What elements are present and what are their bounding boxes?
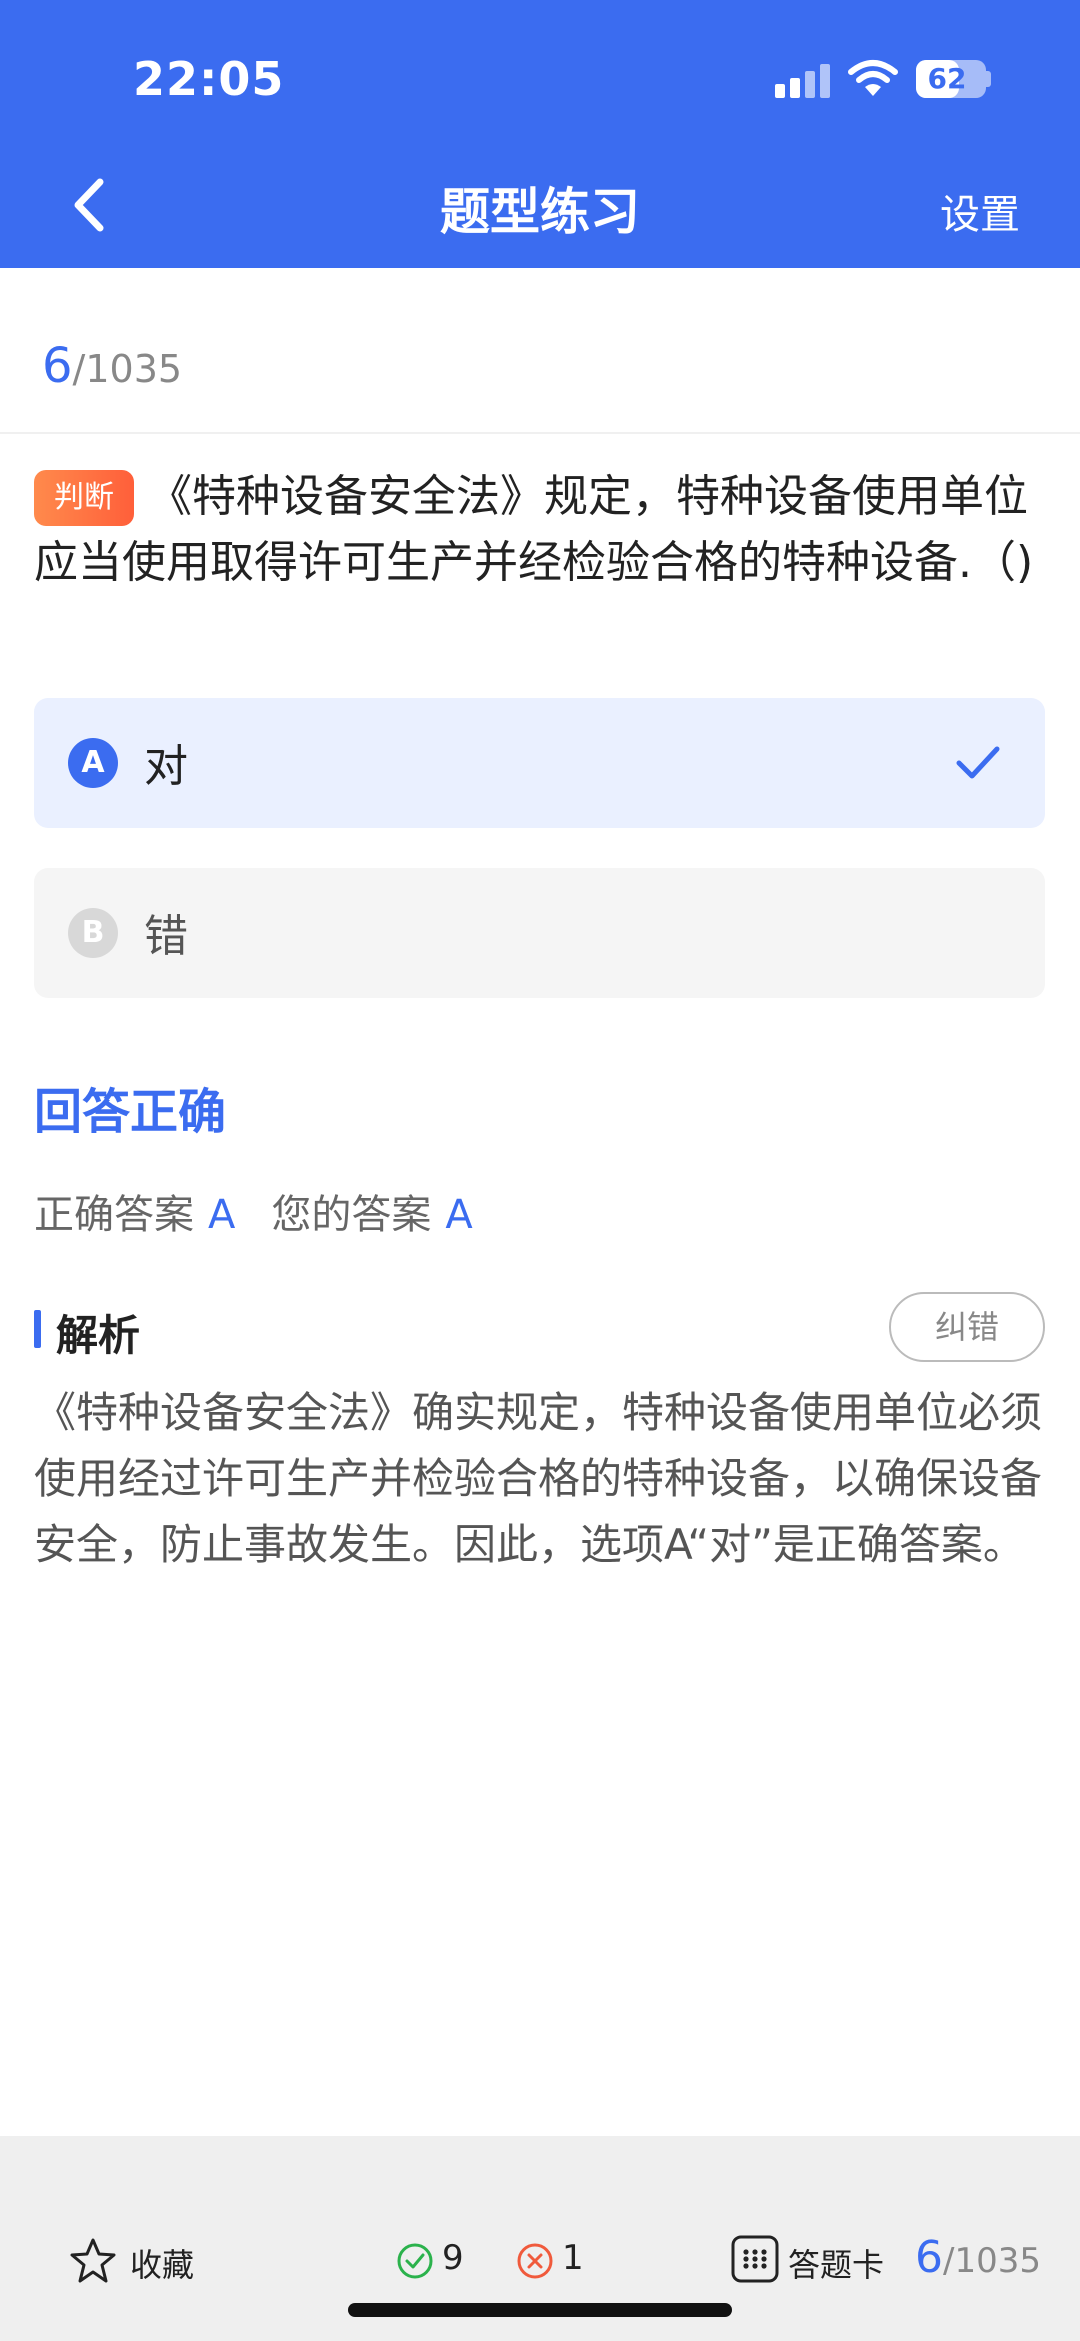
signal-icon xyxy=(775,62,831,98)
battery-icon: 62 xyxy=(916,60,986,98)
answer-card-label: 答题卡 xyxy=(788,2246,885,2284)
bottom-progress-current: 6 xyxy=(915,2232,943,2283)
x-circle-icon xyxy=(517,2243,553,2279)
option-letter: B xyxy=(68,908,118,958)
question-type-badge: 判断 xyxy=(34,470,134,526)
star-icon xyxy=(70,2238,116,2283)
section-accent-bar xyxy=(34,1310,41,1348)
wifi-icon xyxy=(848,60,898,96)
status-time: 22:05 xyxy=(133,52,285,106)
bottom-progress: 6/1035 xyxy=(915,2232,1041,2283)
wrong-count-value: 1 xyxy=(562,2238,584,2278)
battery-tip xyxy=(986,71,991,87)
option-letter: A xyxy=(68,738,118,788)
battery-level: 62 xyxy=(927,62,967,95)
favorite-label: 收藏 xyxy=(130,2246,195,2284)
your-answer-label: 您的答案 xyxy=(271,1192,432,1238)
check-circle-icon xyxy=(397,2243,433,2279)
question-progress: 6/1035 xyxy=(42,338,182,394)
divider xyxy=(0,432,1080,434)
top-header: 22:05 62 题型练习 设置 xyxy=(0,0,1080,268)
home-indicator xyxy=(348,2303,732,2317)
correct-answer-label: 正确答案 xyxy=(34,1192,194,1238)
question-text: 《特种设备安全法》规定，特种设备使用单位应当使用取得许可生产并经检验合格的特种设… xyxy=(34,471,1034,588)
answer-summary: 正确答案 A 您的答案 A xyxy=(34,1182,509,1240)
page-title: 题型练习 xyxy=(440,183,640,241)
analysis-text: 《特种设备安全法》确实规定，特种设备使用单位必须使用经过许可生产并检验合格的特种… xyxy=(34,1388,1043,1569)
your-answer: A xyxy=(445,1192,473,1238)
option-text: 对 xyxy=(144,741,188,792)
settings-button[interactable]: 设置 xyxy=(940,182,1020,240)
progress-current: 6 xyxy=(42,338,73,394)
progress-total: /1035 xyxy=(72,347,183,391)
question: 判断 《特种设备安全法》规定，特种设备使用单位应当使用取得许可生产并经检验合格的特… xyxy=(34,464,1044,596)
option-b[interactable]: B 错 xyxy=(34,868,1045,998)
bottom-progress-total: /1035 xyxy=(943,2241,1041,2281)
correct-answer: A xyxy=(208,1192,236,1238)
grid-icon xyxy=(731,2235,779,2283)
option-a[interactable]: A 对 xyxy=(34,698,1045,828)
correct-count-value: 9 xyxy=(442,2238,464,2278)
option-text: 错 xyxy=(144,911,188,962)
report-error-button[interactable]: 纠错 xyxy=(889,1292,1045,1362)
back-arrow-icon[interactable] xyxy=(60,170,120,240)
check-icon xyxy=(956,746,1000,779)
analysis-title: 解析 xyxy=(56,1311,141,1360)
result-title: 回答正确 xyxy=(34,1084,227,1140)
